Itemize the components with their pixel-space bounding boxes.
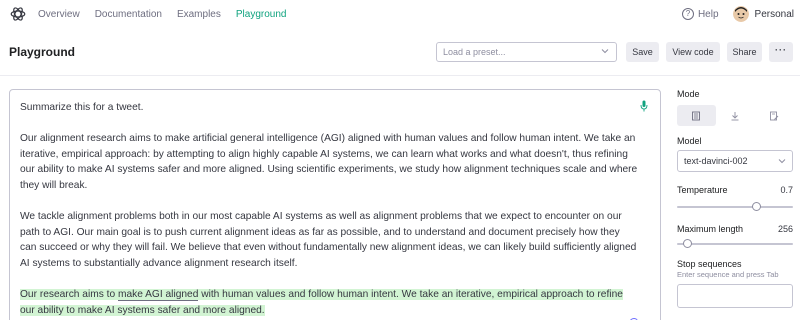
view-code-button[interactable]: View code: [666, 42, 720, 62]
slider-track: [677, 206, 793, 208]
share-button[interactable]: Share: [727, 42, 762, 62]
nav-link-playground[interactable]: Playground: [236, 9, 287, 20]
stop-sequences-label: Stop sequences: [677, 259, 742, 269]
stop-sequences-input[interactable]: [677, 284, 793, 308]
complete-mode-icon: [692, 111, 701, 120]
max-length-value[interactable]: 256: [778, 224, 793, 234]
prompt-editor[interactable]: Summarize this for a tweet. Our alignmen…: [9, 89, 661, 320]
nav-link-examples[interactable]: Examples: [177, 9, 221, 20]
help-link[interactable]: ? Help: [681, 8, 719, 20]
openai-logo-icon[interactable]: [9, 5, 27, 23]
preset-select[interactable]: Load a preset...: [436, 42, 617, 62]
mode-tabs: [677, 105, 793, 126]
more-options-button[interactable]: ···: [769, 42, 793, 62]
completion-text: Our research aims to make AGI aligned wi…: [20, 287, 638, 318]
chevron-down-icon: [778, 159, 786, 164]
max-length-label: Maximum length: [677, 224, 744, 234]
temperature-slider[interactable]: [677, 202, 793, 212]
slider-thumb[interactable]: [752, 202, 761, 211]
top-nav: Overview Documentation Examples Playgrou…: [0, 0, 800, 28]
nav-right: ? Help Personal: [681, 0, 794, 28]
temperature-row: Temperature 0.7: [677, 185, 793, 195]
prompt-paragraph: Our alignment research aims to make arti…: [20, 133, 638, 191]
mode-tab-complete[interactable]: [677, 105, 716, 126]
prompt-instruction: Summarize this for a tweet.: [20, 102, 144, 113]
temperature-label: Temperature: [677, 185, 728, 195]
help-icon: ?: [681, 8, 694, 20]
mode-tab-insert[interactable]: [716, 105, 755, 126]
slider-thumb[interactable]: [683, 239, 692, 248]
page-header: Playground Load a preset... Save View co…: [0, 28, 800, 76]
editor-content: Summarize this for a tweet. Our alignmen…: [20, 100, 638, 320]
slider-track: [677, 243, 793, 245]
model-label: Model: [677, 136, 702, 146]
mode-label: Mode: [677, 89, 700, 99]
nav-link-overview[interactable]: Overview: [38, 9, 80, 20]
completion-segment: Our research aims to: [20, 289, 118, 301]
mode-tab-edit[interactable]: [754, 105, 793, 126]
model-select[interactable]: text-davinci-002: [677, 150, 793, 172]
edit-mode-icon: [769, 111, 779, 120]
prompt-paragraph: We tackle alignment problems both in our…: [20, 211, 637, 269]
microphone-icon[interactable]: [640, 100, 648, 112]
account-label[interactable]: Personal: [755, 9, 794, 20]
nav-link-documentation[interactable]: Documentation: [95, 9, 162, 20]
avatar-face-icon: [732, 6, 749, 22]
max-length-slider[interactable]: [677, 239, 793, 249]
preset-placeholder: Load a preset...: [443, 47, 506, 57]
model-value: text-davinci-002: [684, 156, 748, 166]
completion-segment-underlined: make AGI aligned: [117, 289, 199, 302]
temperature-value[interactable]: 0.7: [780, 185, 793, 195]
page-title: Playground: [9, 45, 76, 59]
help-label: Help: [697, 8, 719, 20]
insert-mode-icon: [731, 111, 739, 120]
max-length-row: Maximum length 256: [677, 224, 793, 234]
stop-sequences-hint: Enter sequence and press Tab: [677, 270, 779, 279]
save-button[interactable]: Save: [626, 42, 659, 62]
chevron-down-icon: [601, 49, 609, 54]
nav-links: Overview Documentation Examples Playgrou…: [38, 0, 301, 28]
avatar[interactable]: [732, 6, 749, 22]
settings-panel: Mode Model text-davinci-002 Temperature …: [677, 89, 793, 308]
